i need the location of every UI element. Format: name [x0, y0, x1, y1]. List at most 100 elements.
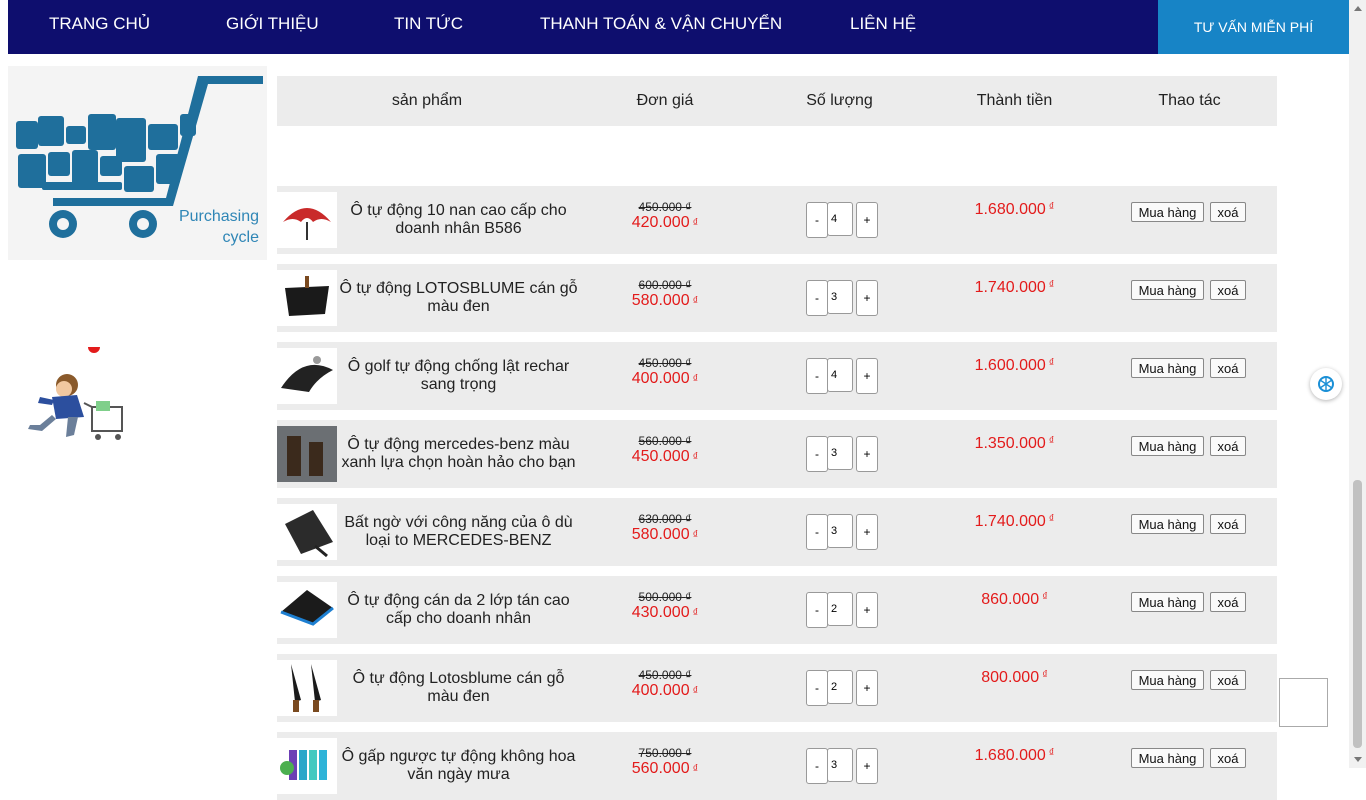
page-scrollbar[interactable]	[1349, 0, 1366, 768]
quantity-decrease-button[interactable]: -	[806, 748, 828, 784]
quantity-stepper: -+	[806, 202, 879, 238]
delete-button[interactable]: xoá	[1210, 436, 1246, 456]
quantity-increase-button[interactable]: +	[856, 670, 878, 706]
quantity-stepper: -+	[806, 514, 879, 550]
buy-button[interactable]: Mua hàng	[1131, 514, 1204, 534]
quantity-increase-button[interactable]: +	[856, 280, 878, 316]
scrollbar-thumb[interactable]	[1353, 480, 1362, 748]
delete-button[interactable]: xoá	[1210, 202, 1246, 222]
product-thumbnail[interactable]	[277, 504, 337, 560]
quantity-increase-button[interactable]: +	[856, 592, 878, 628]
chat-assistant-button[interactable]	[1310, 368, 1342, 400]
quantity-increase-button[interactable]: +	[856, 436, 878, 472]
line-total: 1.680.000 ₫	[937, 747, 1092, 765]
unit-price: 560.000 ₫ 450.000 ₫	[595, 434, 735, 466]
delete-button[interactable]: xoá	[1210, 592, 1246, 612]
nav-item-home[interactable]: TRANG CHỦ	[49, 0, 150, 48]
quantity-decrease-button[interactable]: -	[806, 280, 828, 316]
currency-symbol: ₫	[1048, 513, 1055, 525]
quantity-increase-button[interactable]: +	[856, 358, 878, 394]
original-price-value: 450.000	[638, 356, 682, 370]
product-name[interactable]: Ô tự động LOTOSBLUME cán gỗ màu đen	[337, 264, 580, 332]
nav-item-news[interactable]: TIN TỨC	[394, 0, 463, 48]
delete-button[interactable]: xoá	[1210, 280, 1246, 300]
quantity-decrease-button[interactable]: -	[806, 592, 828, 628]
product-name[interactable]: Ô gấp ngược tự động không hoa văn ngày m…	[337, 732, 580, 800]
quantity-decrease-button[interactable]: -	[806, 358, 828, 394]
product-name[interactable]: Bất ngờ với công năng của ô dù loại to M…	[337, 498, 580, 566]
unit-price: 450.000 ₫ 400.000 ₫	[595, 668, 735, 700]
product-name[interactable]: Ô tự động mercedes-benz màu xanh lựa chọ…	[337, 420, 580, 488]
quantity-input[interactable]	[827, 280, 853, 314]
quantity-input[interactable]	[827, 670, 853, 704]
quantity-increase-button[interactable]: +	[856, 748, 878, 784]
sale-price-value: 420.000	[631, 214, 690, 231]
quantity-increase-button[interactable]: +	[856, 514, 878, 550]
delete-button[interactable]: xoá	[1210, 358, 1246, 378]
line-total: 1.600.000 ₫	[937, 357, 1092, 375]
quantity-decrease-button[interactable]: -	[806, 436, 828, 472]
buy-button[interactable]: Mua hàng	[1131, 358, 1204, 378]
product-name[interactable]: Ô tự động cán da 2 lớp tán cao cấp cho d…	[337, 576, 580, 644]
product-thumbnail[interactable]	[277, 738, 337, 794]
original-price: 450.000 ₫	[595, 200, 735, 214]
delete-button[interactable]: xoá	[1210, 748, 1246, 768]
quantity-stepper: -+	[806, 592, 879, 628]
quantity-input[interactable]	[827, 592, 853, 626]
cart-row: Ô tự động cán da 2 lớp tán cao cấp cho d…	[277, 576, 1277, 644]
sale-price-value: 400.000	[631, 682, 690, 699]
scroll-down-arrow-icon[interactable]	[1354, 757, 1362, 762]
free-consultation-button[interactable]: TƯ VẤN MIỄN PHÍ	[1158, 0, 1349, 54]
product-name[interactable]: Ô tự động 10 nan cao cấp cho doanh nhân …	[337, 186, 580, 254]
buy-button[interactable]: Mua hàng	[1131, 748, 1204, 768]
nav-item-about[interactable]: GIỚI THIỆU	[226, 0, 319, 48]
product-name[interactable]: Ô golf tự động chống lật rechar sang trọ…	[337, 342, 580, 410]
scroll-up-arrow-icon[interactable]	[1354, 6, 1362, 11]
ai-assistant-icon	[1318, 376, 1334, 392]
line-total: 1.350.000 ₫	[937, 435, 1092, 453]
cart-row: Ô gấp ngược tự động không hoa văn ngày m…	[277, 732, 1277, 800]
quantity-increase-button[interactable]: +	[856, 202, 878, 238]
product-thumbnail[interactable]	[277, 426, 337, 482]
quantity-decrease-button[interactable]: -	[806, 202, 828, 238]
cart-row: Ô tự động 10 nan cao cấp cho doanh nhân …	[277, 186, 1277, 254]
buy-button[interactable]: Mua hàng	[1131, 670, 1204, 690]
cart-table: sản phẩm Đơn giá Số lượng Thành tiền Tha…	[277, 76, 1277, 800]
product-name[interactable]: Ô tự động Lotosblume cán gỗ màu đen	[337, 654, 580, 722]
currency-symbol: ₫	[692, 685, 699, 697]
buy-button[interactable]: Mua hàng	[1131, 592, 1204, 612]
product-thumbnail[interactable]	[277, 348, 337, 404]
product-thumbnail[interactable]	[277, 660, 337, 716]
banner-caption: Purchasing cycle	[179, 206, 259, 248]
currency-symbol: ₫	[692, 373, 699, 385]
currency-symbol: ₫	[685, 434, 692, 448]
quantity-input[interactable]	[827, 202, 853, 236]
quantity-input[interactable]	[827, 358, 853, 392]
buy-button[interactable]: Mua hàng	[1131, 280, 1204, 300]
delete-button[interactable]: xoá	[1210, 670, 1246, 690]
cart-row: Ô tự động mercedes-benz màu xanh lựa chọ…	[277, 420, 1277, 488]
sale-price: 400.000 ₫	[595, 682, 735, 700]
currency-symbol: ₫	[1048, 435, 1055, 447]
quantity-input[interactable]	[827, 436, 853, 470]
quantity-decrease-button[interactable]: -	[806, 514, 828, 550]
nav-item-contact[interactable]: LIÊN HỆ	[850, 0, 916, 48]
currency-symbol: ₫	[685, 200, 692, 214]
original-price-value: 450.000	[638, 200, 682, 214]
product-thumbnail[interactable]	[277, 192, 337, 248]
buy-button[interactable]: Mua hàng	[1131, 436, 1204, 456]
quantity-input[interactable]	[827, 748, 853, 782]
nav-item-payment-shipping[interactable]: THANH TOÁN & VẬN CHUYỂN	[540, 0, 782, 48]
quantity-input[interactable]	[827, 514, 853, 548]
product-thumbnail[interactable]	[277, 582, 337, 638]
quantity-decrease-button[interactable]: -	[806, 670, 828, 706]
buy-button[interactable]: Mua hàng	[1131, 202, 1204, 222]
product-thumbnail[interactable]	[277, 270, 337, 326]
currency-symbol: ₫	[685, 356, 692, 370]
currency-symbol: ₫	[692, 217, 699, 229]
unit-price: 500.000 ₫ 430.000 ₫	[595, 590, 735, 622]
delete-button[interactable]: xoá	[1210, 514, 1246, 534]
sale-price: 420.000 ₫	[595, 214, 735, 232]
umbrella-product-image	[281, 356, 333, 392]
cart-row: Ô tự động Lotosblume cán gỗ màu đen 450.0…	[277, 654, 1277, 722]
